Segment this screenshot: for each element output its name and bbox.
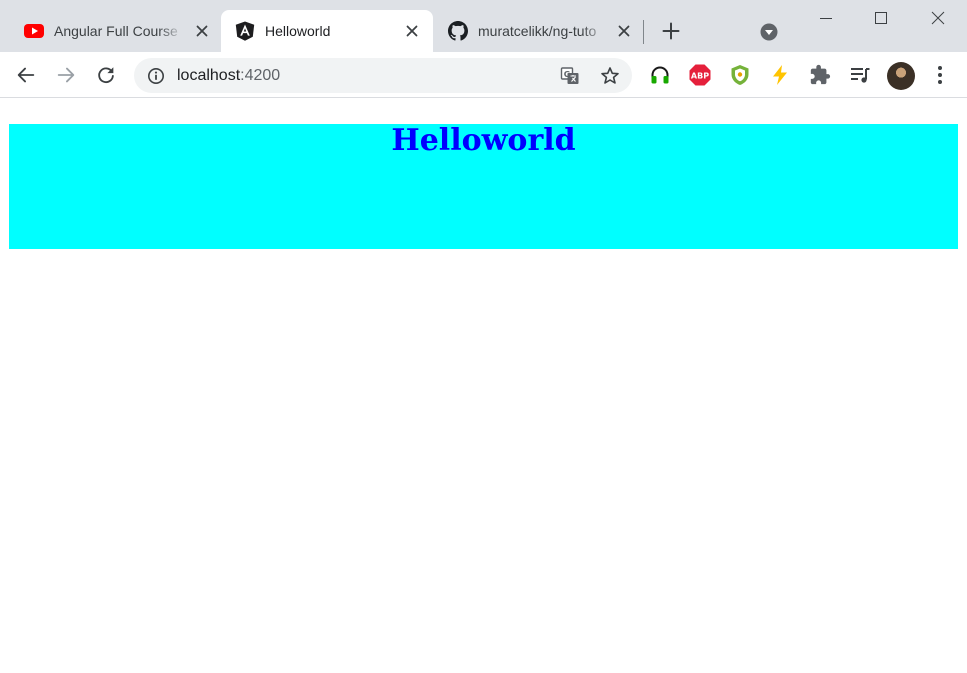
url-port: :4200 xyxy=(240,67,281,84)
tab-title: muratcelikk/ng-tuto xyxy=(478,23,597,39)
forward-button[interactable] xyxy=(54,63,78,87)
url-text[interactable]: localhost:4200 xyxy=(177,66,280,86)
lightning-extension-icon[interactable] xyxy=(769,64,791,86)
tab-strip: Angular Full Course Helloworld muratceli… xyxy=(0,0,967,52)
menu-kebab-icon[interactable] xyxy=(931,64,949,86)
tab-angular-full-course[interactable]: Angular Full Course xyxy=(10,10,220,52)
site-info-icon[interactable] xyxy=(147,67,165,85)
new-tab-plus-icon[interactable] xyxy=(660,20,682,42)
profile-avatar[interactable] xyxy=(887,62,915,90)
headphones-extension-icon[interactable] xyxy=(649,64,671,86)
reload-button[interactable] xyxy=(94,63,118,87)
shield-extension-icon[interactable] xyxy=(729,64,751,86)
tab-separator xyxy=(643,20,644,44)
minimize-icon[interactable] xyxy=(814,6,838,30)
window-close-icon[interactable] xyxy=(926,6,950,30)
github-icon xyxy=(448,21,468,41)
tab-helloworld[interactable]: Helloworld xyxy=(221,10,433,52)
tab-title: Helloworld xyxy=(265,23,331,39)
arrow-left-icon xyxy=(17,67,35,83)
browser-toolbar: localhost:4200 G ABP xyxy=(0,52,967,98)
reload-icon xyxy=(98,67,114,84)
svg-text:ABP: ABP xyxy=(691,72,709,81)
url-host: localhost xyxy=(177,67,241,84)
hello-banner: Helloworld xyxy=(9,124,958,249)
youtube-icon xyxy=(24,24,44,38)
maximize-icon[interactable] xyxy=(869,6,893,30)
adblock-plus-icon[interactable]: ABP xyxy=(689,64,711,86)
tab-title: Angular Full Course xyxy=(54,23,178,39)
close-icon[interactable] xyxy=(194,23,210,39)
angular-icon xyxy=(235,21,255,41)
tab-search-dropdown-icon[interactable] xyxy=(759,22,779,42)
page-viewport: Helloworld xyxy=(0,99,967,673)
tab-github-ng-tuto[interactable]: muratcelikk/ng-tuto xyxy=(434,10,644,52)
extensions-puzzle-icon[interactable] xyxy=(809,64,831,86)
page-heading: Helloworld xyxy=(391,123,576,158)
arrow-right-icon xyxy=(57,67,75,83)
media-queue-icon[interactable] xyxy=(849,64,871,86)
translate-icon[interactable]: G xyxy=(560,66,580,86)
close-icon[interactable] xyxy=(404,23,420,39)
close-icon[interactable] xyxy=(616,23,632,39)
back-button[interactable] xyxy=(14,63,38,87)
address-bar[interactable]: localhost:4200 G xyxy=(134,58,632,93)
bookmark-star-icon[interactable] xyxy=(600,66,620,86)
svg-text:G: G xyxy=(564,70,571,79)
